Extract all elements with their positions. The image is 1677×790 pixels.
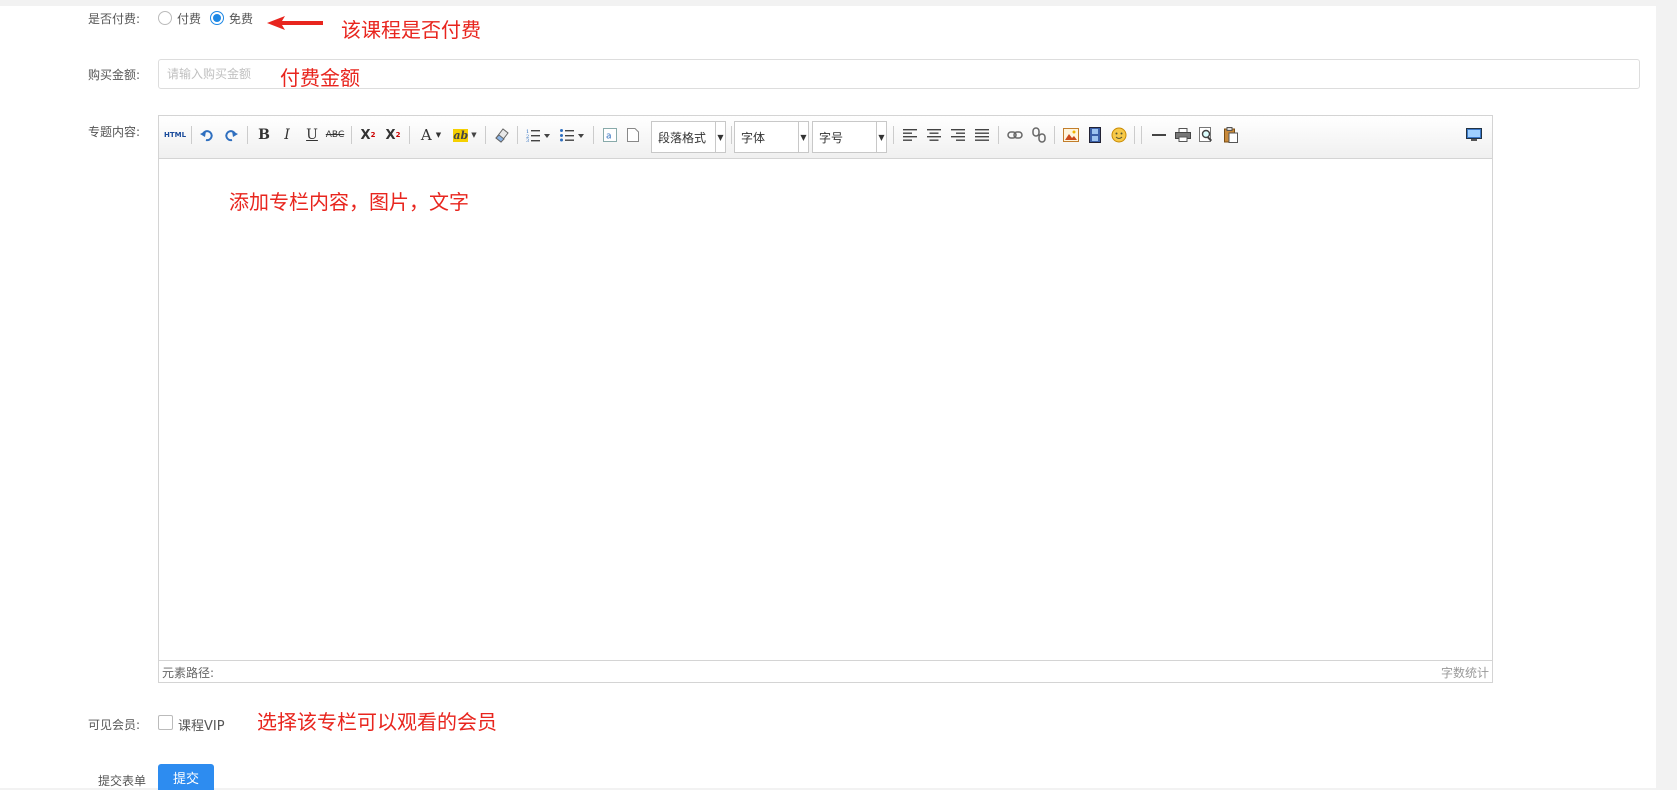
- html-source-icon[interactable]: HTML: [163, 125, 187, 145]
- ordered-list-icon[interactable]: 123: [525, 125, 553, 145]
- align-right-icon[interactable]: [948, 125, 968, 145]
- highlight-color-icon[interactable]: ab ▼: [451, 125, 479, 145]
- font-size-select[interactable]: 字号 ▼: [812, 121, 887, 153]
- editor-toolbar: HTML B I U ABC X2 X2 A ▼ ab ▼ 123 a 段落格式…: [159, 116, 1492, 159]
- align-justify-icon[interactable]: [972, 125, 992, 145]
- price-input[interactable]: [159, 60, 1639, 88]
- unordered-list-icon[interactable]: [559, 125, 587, 145]
- emoticon-icon[interactable]: [1109, 125, 1129, 145]
- free-radio[interactable]: [210, 11, 224, 25]
- horizontal-rule-icon[interactable]: [1149, 125, 1169, 145]
- align-center-icon[interactable]: [924, 125, 944, 145]
- svg-text:a: a: [606, 132, 612, 142]
- annotation-arrow-icon: [267, 16, 323, 30]
- italic-icon[interactable]: I: [277, 125, 297, 145]
- redo-icon[interactable]: [221, 125, 241, 145]
- annotation-vip: 选择该专栏可以观看的会员: [257, 710, 497, 734]
- svg-text:3: 3: [526, 138, 529, 142]
- link-icon[interactable]: [1005, 125, 1025, 145]
- vip-checkbox[interactable]: [158, 715, 173, 730]
- font-color-icon[interactable]: A ▼: [417, 125, 445, 145]
- editor-statusbar: 元素路径: 字数统计: [159, 660, 1492, 682]
- annotation-paid: 该课程是否付费: [341, 18, 481, 42]
- element-path: 元素路径:: [162, 666, 215, 680]
- superscript-icon[interactable]: X2: [358, 125, 378, 145]
- subscript-icon[interactable]: X2: [383, 125, 403, 145]
- fullscreen-icon[interactable]: [1464, 125, 1484, 145]
- image-icon[interactable]: [1061, 125, 1081, 145]
- paid-option-label[interactable]: 付费: [177, 10, 201, 27]
- paid-label: 是否付费:: [87, 12, 140, 26]
- anchor-icon[interactable]: a: [600, 125, 620, 145]
- submit-button[interactable]: 提交: [158, 764, 214, 790]
- strikethrough-icon[interactable]: ABC: [325, 125, 345, 145]
- price-field[interactable]: [158, 59, 1640, 89]
- bold-icon[interactable]: B: [254, 125, 274, 145]
- paragraph-format-select[interactable]: 段落格式 ▼: [651, 121, 726, 153]
- free-option-label[interactable]: 免费: [229, 10, 253, 27]
- font-family-select[interactable]: 字体 ▼: [734, 121, 809, 153]
- content-label: 专题内容:: [87, 125, 140, 139]
- undo-icon[interactable]: [197, 125, 217, 145]
- video-icon[interactable]: [1085, 125, 1105, 145]
- print-icon[interactable]: [1173, 125, 1193, 145]
- vip-label: 可见会员:: [87, 718, 140, 732]
- chevron-down-icon: ▼: [876, 122, 886, 152]
- editor-content-area[interactable]: [159, 159, 1492, 661]
- chevron-down-icon: ▼: [798, 122, 808, 152]
- paste-icon[interactable]: [1221, 125, 1241, 145]
- preview-icon[interactable]: [1197, 125, 1217, 145]
- word-count: 字数统计: [1440, 666, 1489, 680]
- submit-label: 提交表单: [97, 774, 146, 788]
- chevron-down-icon: ▼: [715, 122, 725, 152]
- align-left-icon[interactable]: [900, 125, 920, 145]
- unlink-icon[interactable]: [1029, 125, 1049, 145]
- price-label: 购买金额:: [87, 68, 140, 82]
- annotation-content: 添加专栏内容，图片，文字: [229, 190, 469, 214]
- eraser-icon[interactable]: [492, 125, 512, 145]
- vip-option-label[interactable]: 课程VIP: [178, 715, 225, 734]
- annotation-price: 付费金额: [280, 66, 360, 90]
- underline-icon[interactable]: U: [302, 125, 322, 145]
- page-break-icon[interactable]: [623, 125, 643, 145]
- paid-radio[interactable]: [158, 11, 172, 25]
